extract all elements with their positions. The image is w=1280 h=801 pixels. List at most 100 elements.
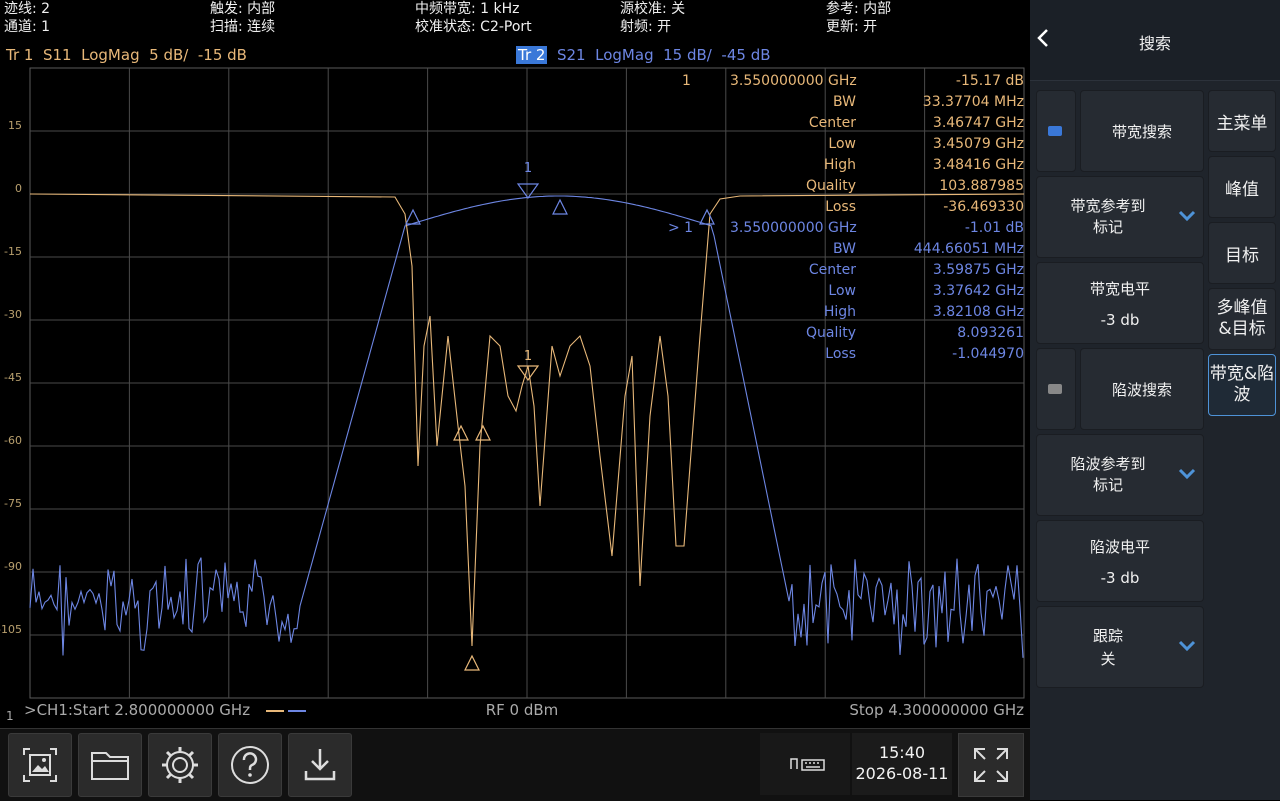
chevron-down-icon (1178, 468, 1196, 480)
trace2-format: LogMag (595, 46, 654, 64)
y-tick-label: -15 (4, 245, 22, 258)
bw-level-label: 带宽电平 (1089, 279, 1150, 298)
marker-row-label: Quality (806, 178, 856, 194)
tr2-marker-id: > 1 (668, 220, 693, 236)
tr1-marker-id: 1 (682, 73, 691, 89)
marker-row-value: 33.37704 MHz (923, 94, 1024, 110)
tr2-marker-value: -1.01 dB (965, 220, 1024, 236)
clock: 15:40 2026-08-11 (852, 733, 952, 795)
side-peak-label: 峰值 (1225, 179, 1259, 200)
bw-ref-to-marker-button[interactable]: 带宽参考到 标记 (1036, 176, 1204, 258)
status-source-cal: 源校准: 关 (620, 1, 686, 17)
notch-search-button[interactable]: 陷波搜索 (1080, 348, 1204, 430)
bw-search-button[interactable]: 带宽搜索 (1080, 90, 1204, 172)
marker-row-value: -36.469330 (943, 199, 1024, 215)
tr2-marker-freq: 3.550000000 GHz (730, 220, 857, 236)
marker-row-label: Loss (825, 346, 856, 362)
status-trigger: 触发: 内部 (210, 1, 276, 17)
bottom-toolbar: 15:40 2026-08-11 (0, 728, 1030, 801)
marker-row-label: Low (828, 136, 856, 152)
footer-rf-power: RF 0 dBm (486, 701, 559, 719)
marker-row-label: Center (809, 262, 856, 278)
marker-row-value: 3.48416 GHz (933, 157, 1024, 173)
y-tick-label: 0 (15, 182, 22, 195)
side-multi-peak-label: 多峰值 &目标 (1216, 298, 1268, 339)
bw-search-led (1048, 126, 1062, 136)
marker-row-label: Loss (825, 199, 856, 215)
y-tick-label: -30 (4, 308, 22, 321)
side-main-menu[interactable]: 主菜单 (1208, 90, 1276, 152)
file-button[interactable] (78, 733, 142, 797)
notch-level-button[interactable]: 陷波电平 -3 db (1036, 520, 1204, 602)
trace2-param: S21 (556, 46, 586, 64)
marker-row-label: Center (809, 115, 856, 131)
side-bw-notch-label: 带宽&陷 波 (1209, 364, 1275, 405)
y-tick-label: -105 (0, 623, 22, 636)
notch-search-label: 陷波搜索 (1111, 380, 1172, 399)
marker-row-label: BW (833, 241, 856, 257)
notch-search-led (1048, 384, 1062, 394)
side-target[interactable]: 目标 (1208, 222, 1276, 284)
status-trace-count: 迹线: 2 (4, 1, 51, 17)
trace1-param: S11 (42, 46, 72, 64)
chevron-down-icon (1178, 210, 1196, 222)
clock-date: 2026-08-11 (855, 764, 949, 783)
side-multi-peak[interactable]: 多峰值 &目标 (1208, 288, 1276, 350)
marker-row-label: Low (828, 283, 856, 299)
notch-ref-to-marker-button[interactable]: 陷波参考到 标记 (1036, 434, 1204, 516)
gear-icon (162, 747, 198, 783)
measurement-plot[interactable]: 15 0 -15 -30 -45 -60 -75 -90 -105 1 1 1 3.5500000… (0, 66, 1030, 726)
marker-row-value: 3.45079 GHz (933, 136, 1024, 152)
status-bar: 迹线: 2 通道: 1 触发: 内部 扫描: 连续 中频带宽: 1 kHz 校准… (0, 0, 1030, 42)
status-update: 更新: 开 (826, 19, 878, 35)
notch-search-toggle[interactable] (1036, 348, 1076, 430)
settings-button[interactable] (148, 733, 212, 797)
trace1-header[interactable]: Tr 1 S11 LogMag 5 dB/ -15 dB (6, 46, 247, 64)
trace1-marker-1-label: 1 (524, 349, 532, 364)
y-tick-label: 15 (8, 119, 22, 132)
status-reference: 参考: 内部 (826, 1, 892, 17)
side-peak[interactable]: 峰值 (1208, 156, 1276, 218)
trace1-scale: 5 dB/ (149, 46, 189, 64)
channel-number: 1 (6, 709, 14, 723)
tr1-marker-value: -15.17 dB (956, 73, 1024, 89)
clock-time: 15:40 (878, 743, 926, 762)
trace2-scale: 15 dB/ (663, 46, 712, 64)
marker-row-value: 3.82108 GHz (933, 304, 1024, 320)
y-tick-label: -90 (4, 560, 22, 573)
bw-ref-label: 带宽参考到 标记 (1070, 197, 1146, 236)
trace2-header[interactable]: Tr 2 S21 LogMag 15 dB/ -45 dB (516, 46, 771, 64)
keyboard-indicator[interactable] (760, 733, 850, 795)
chevron-down-icon (1178, 640, 1196, 652)
tracking-value: 关 (1100, 650, 1116, 668)
status-if-bw: 中频带宽: 1 kHz (415, 1, 520, 17)
download-icon (304, 749, 336, 781)
marker-row-value: 8.093261 (957, 325, 1024, 341)
marker-row-value: 3.46747 GHz (933, 115, 1024, 131)
screenshot-button[interactable] (8, 733, 72, 797)
tracking-label: 跟踪 (1092, 627, 1123, 645)
notch-level-label: 陷波电平 (1089, 537, 1150, 556)
marker-row-label: BW (833, 94, 856, 110)
status-rf: 射频: 开 (620, 19, 672, 35)
marker-row-value: 3.59875 GHz (933, 262, 1024, 278)
bw-level-value: -3 db (1100, 310, 1140, 329)
help-button[interactable] (218, 733, 282, 797)
bw-level-button[interactable]: 带宽电平 -3 db (1036, 262, 1204, 344)
help-icon (231, 746, 269, 784)
marker-row-label: Quality (806, 325, 856, 341)
trace2-label: Tr 2 (516, 46, 548, 64)
screenshot-icon (23, 748, 57, 782)
marker-row-value: 103.887985 (939, 178, 1024, 194)
notch-ref-label: 陷波参考到 标记 (1070, 455, 1146, 494)
panel-title: 搜索 (1138, 34, 1171, 53)
save-button[interactable] (288, 733, 352, 797)
tracking-button[interactable]: 跟踪 关 (1036, 606, 1204, 688)
bw-search-toggle[interactable] (1036, 90, 1076, 172)
trace2-ref: -45 dB (721, 46, 771, 64)
side-target-label: 目标 (1225, 245, 1259, 266)
side-bw-notch[interactable]: 带宽&陷 波 (1208, 354, 1276, 416)
fullscreen-button[interactable] (958, 733, 1024, 797)
footer-start-freq: >CH1:Start 2.800000000 GHz (24, 701, 250, 719)
trace1-ref: -15 dB (197, 46, 247, 64)
